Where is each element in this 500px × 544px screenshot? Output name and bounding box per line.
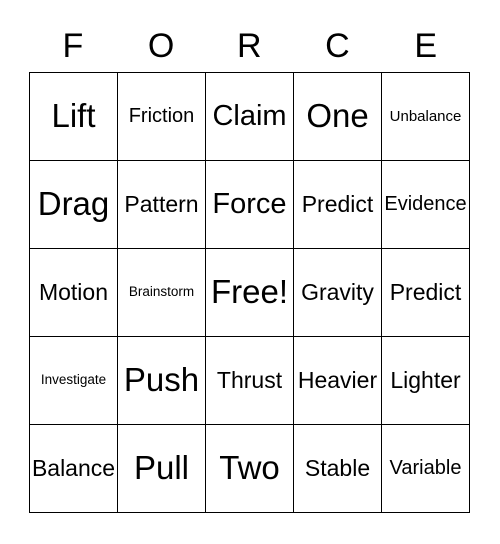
bingo-cell-label: Motion [38,279,109,306]
bingo-cell-r2c5[interactable]: Evidence [382,161,470,249]
bingo-cell-label: Predict [389,279,462,306]
bingo-cell-r4c4[interactable]: Heavier [294,337,382,425]
bingo-cell-label: One [306,97,369,135]
bingo-cell-r4c5[interactable]: Lighter [382,337,470,425]
bingo-header-letter-2: O [147,27,175,65]
bingo-cell-label: Free! [210,273,289,311]
bingo-cell-label: Brainstorm [128,284,195,300]
bingo-card: F O R C E Lift Friction Claim One Unbala… [0,0,500,544]
bingo-cell-r2c1[interactable]: Drag [30,161,118,249]
bingo-cell-label: Evidence [384,193,467,215]
bingo-header-letter-1: F [62,27,84,65]
bingo-cell-r1c4[interactable]: One [294,73,382,161]
bingo-cell-r3c4[interactable]: Gravity [294,249,382,337]
bingo-header-row: F O R C E [29,22,470,70]
bingo-cell-label: Unbalance [389,107,462,125]
bingo-cell-label: Friction [128,105,195,127]
bingo-cell-r5c5[interactable]: Variable [382,425,470,513]
bingo-cell-r5c3[interactable]: Two [206,425,294,513]
bingo-cell-r1c3[interactable]: Claim [206,73,294,161]
bingo-cell-label: Investigate [40,372,107,388]
bingo-header-letter-4: C [325,27,351,65]
bingo-cell-label: Balance [31,455,116,482]
bingo-cell-r1c2[interactable]: Friction [118,73,206,161]
bingo-cell-label: Push [123,361,200,399]
bingo-cell-r4c3[interactable]: Thrust [206,337,294,425]
bingo-cell-r2c4[interactable]: Predict [294,161,382,249]
bingo-cell-label: Predict [301,191,374,218]
bingo-cell-label: Heavier [297,367,378,394]
bingo-cell-label: Variable [389,457,462,479]
bingo-cell-label: Stable [304,455,371,482]
bingo-header-letter-3: R [236,27,263,65]
bingo-cell-r5c2[interactable]: Pull [118,425,206,513]
bingo-cell-label: Lift [51,97,96,135]
bingo-cell-label: Two [219,449,280,487]
bingo-cell-label: Lighter [390,367,461,394]
bingo-cell-label: Force [212,188,287,221]
bingo-cell-r3c5[interactable]: Predict [382,249,470,337]
bingo-cell-label: Gravity [301,279,374,306]
bingo-cell-r5c1[interactable]: Balance [30,425,118,513]
bingo-cell-label: Pull [133,449,190,487]
bingo-cell-r2c3[interactable]: Force [206,161,294,249]
bingo-cell-r3c2[interactable]: Brainstorm [118,249,206,337]
bingo-cell-r1c1[interactable]: Lift [30,73,118,161]
bingo-cell-label: Thrust [216,367,283,394]
bingo-grid: Lift Friction Claim One Unbalance Drag P… [29,72,470,513]
bingo-cell-r5c4[interactable]: Stable [294,425,382,513]
bingo-cell-label: Claim [212,100,287,133]
bingo-header-letter-5: E [414,27,438,65]
bingo-cell-r1c5[interactable]: Unbalance [382,73,470,161]
bingo-cell-label: Pattern [124,191,199,218]
bingo-cell-r4c1[interactable]: Investigate [30,337,118,425]
bingo-cell-label: Drag [37,185,110,223]
bingo-cell-free-space[interactable]: Free! [206,249,294,337]
bingo-cell-r2c2[interactable]: Pattern [118,161,206,249]
bingo-cell-r3c1[interactable]: Motion [30,249,118,337]
bingo-cell-r4c2[interactable]: Push [118,337,206,425]
